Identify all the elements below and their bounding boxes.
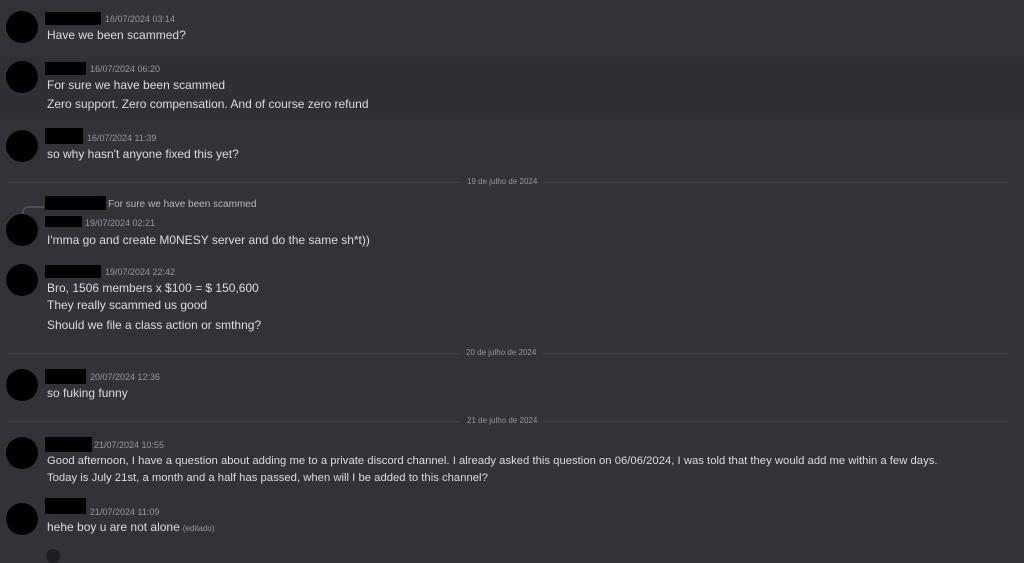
timestamp: 19/07/2024 22:42: [105, 267, 176, 277]
timestamp: 21/07/2024 11:09: [90, 507, 160, 517]
avatar[interactable]: [6, 264, 38, 296]
message-text: They really scammed us good: [47, 298, 208, 312]
divider-label: 19 de julho de 2024: [461, 177, 544, 186]
timestamp: 16/07/2024 03:14: [105, 14, 176, 24]
message-text: I'mma go and create M0NESY server and do…: [47, 233, 370, 247]
username-redacted[interactable]: [45, 62, 86, 75]
reply-spine: [22, 206, 44, 214]
avatar[interactable]: [6, 130, 38, 162]
timestamp: 19/07/2024 02:21: [85, 218, 156, 228]
edited-tag: (editado): [182, 524, 215, 533]
username-redacted[interactable]: [45, 498, 86, 514]
message-text: Today is July 21st, a month and a half h…: [47, 472, 488, 484]
username-redacted[interactable]: [45, 12, 101, 25]
divider-label: 21 de julho de 2024: [461, 416, 544, 425]
username-redacted[interactable]: [45, 265, 101, 278]
timestamp: 16/07/2024 11:39: [87, 133, 157, 143]
message-text: Have we been scammed?: [47, 28, 186, 42]
message-text: Good afternoon, I have a question about …: [47, 455, 938, 467]
timestamp: 20/07/2024 12:36: [90, 372, 161, 382]
avatar[interactable]: [6, 61, 38, 93]
reply-preview[interactable]: For sure we have been scammed: [108, 199, 256, 210]
message-body: hehe boy u are not alone: [47, 520, 180, 534]
message-text: Bro, 1506 members x $100 = $ 150,600: [47, 281, 259, 295]
username-redacted[interactable]: [45, 128, 83, 144]
message-text: Zero support. Zero compensation. And of …: [47, 97, 369, 111]
reply-username-redacted[interactable]: [45, 196, 106, 210]
avatar[interactable]: [6, 437, 38, 469]
timestamp: 16/07/2024 06:20: [90, 64, 161, 74]
avatar[interactable]: [6, 11, 38, 43]
divider-label: 20 de julho de 2024: [460, 348, 543, 357]
username-redacted[interactable]: [45, 216, 82, 227]
message-text: so fuking funny: [47, 386, 128, 400]
message-text: For sure we have been scammed: [47, 78, 226, 92]
avatar[interactable]: [6, 503, 38, 535]
message-text: so why hasn't anyone fixed this yet?: [47, 147, 239, 161]
avatar[interactable]: [46, 549, 60, 563]
username-redacted[interactable]: [45, 437, 92, 452]
avatar[interactable]: [6, 214, 38, 246]
timestamp: 21/07/2024 10:55: [94, 440, 165, 450]
message-text: Should we file a class action or smthng?: [47, 318, 262, 332]
avatar[interactable]: [6, 369, 38, 401]
message-text: hehe boy u are not alone (editado): [47, 520, 214, 534]
username-redacted[interactable]: [45, 369, 86, 384]
